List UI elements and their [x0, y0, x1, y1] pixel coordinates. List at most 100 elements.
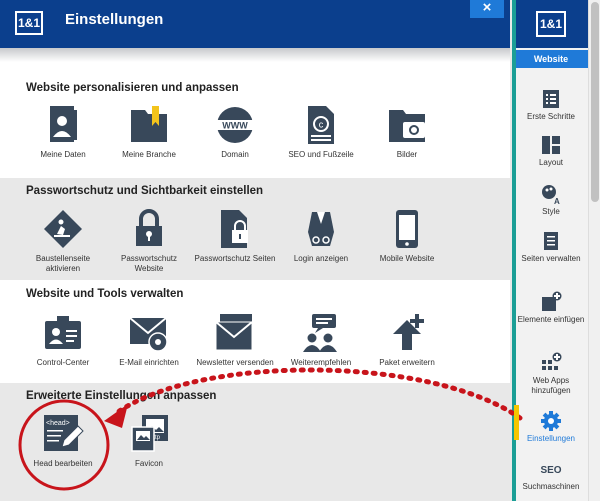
gear-icon: [540, 410, 562, 432]
sidebar-accent-bar: [512, 0, 516, 501]
item-label: Passwortschutz Seiten: [194, 254, 276, 263]
settings-dialog: 1&1 Einstellungen × Website personalisie…: [0, 0, 510, 501]
globe-www-icon: WWW: [214, 104, 256, 146]
item-label: Meine Daten: [40, 150, 86, 159]
pages-icon: [540, 230, 562, 252]
envelope-stack-icon: [214, 312, 256, 354]
item-newsletter[interactable]: Newsletter versenden: [192, 312, 278, 368]
section-title: Passwortschutz und Sichtbarkeit einstell…: [26, 185, 264, 197]
item-label: Passwortschutz Website: [120, 254, 178, 273]
dialog-logo: 1&1: [15, 11, 43, 35]
close-button[interactable]: ×: [470, 0, 504, 18]
head-tag-edit-icon: <head>: [42, 413, 84, 455]
svg-text:<head>: <head>: [46, 420, 70, 427]
header-shadow: [0, 48, 510, 62]
item-label: Mobile Website: [379, 254, 435, 263]
section-personalize: Website personalisieren und anpassen Mei…: [0, 72, 510, 178]
svg-text:SEO: SEO: [540, 465, 561, 476]
item-favicon[interactable]: http Favicon: [106, 413, 192, 469]
sidebar-item-layout[interactable]: Layout: [513, 134, 589, 168]
item-label: Newsletter versenden: [196, 358, 274, 367]
item-control-center[interactable]: Control-Center: [20, 312, 106, 368]
sidebar-item-elemente[interactable]: Elemente einfügen: [513, 291, 589, 325]
sidebar-item-web-apps[interactable]: Web Apps hinzufügen: [513, 352, 589, 396]
item-meine-branche[interactable]: Meine Branche: [106, 104, 192, 160]
item-label: Domain: [221, 150, 249, 159]
sidebar-item-label: Layout: [538, 158, 564, 167]
item-label: E-Mail einrichten: [119, 358, 179, 367]
sidebar-item-label: Style: [542, 207, 560, 216]
sidebar-item-seiten[interactable]: Seiten verwalten: [513, 230, 589, 264]
sidebar-logo: 1&1: [536, 11, 566, 37]
svg-text:WWW: WWW: [222, 121, 248, 131]
elements-add-icon: [540, 291, 562, 313]
item-bilder[interactable]: Bilder: [364, 104, 450, 160]
seo-icon: SEO: [540, 458, 562, 480]
sidebar-item-label: Web Apps hinzufügen: [531, 376, 571, 395]
style-brush-icon: A: [540, 183, 562, 206]
scrollbar[interactable]: [588, 0, 600, 501]
item-passwortschutz-seiten[interactable]: Passwortschutz Seiten: [192, 208, 278, 264]
dialog-header: 1&1 Einstellungen ×: [0, 0, 510, 48]
sidebar-item-label: Elemente einfügen: [517, 315, 585, 324]
user-glasses-icon: [300, 208, 342, 250]
envelope-gear-icon: [128, 312, 170, 354]
item-mobile-website[interactable]: Mobile Website: [364, 208, 450, 264]
id-card-icon: [42, 312, 84, 354]
item-label: Control-Center: [36, 358, 90, 367]
dialog-title: Einstellungen: [65, 11, 164, 28]
editor-sidebar: 1&1 Website Erste Schritte Layout A Styl…: [512, 0, 589, 501]
item-label: Bilder: [396, 150, 418, 159]
document-copyright-icon: c: [300, 104, 342, 146]
section-title: Website personalisieren und anpassen: [26, 82, 239, 94]
item-label: Meine Branche: [122, 150, 176, 159]
folder-bookmark-icon: [128, 104, 170, 146]
tab-website[interactable]: Website: [513, 50, 589, 68]
apps-add-icon: [540, 352, 562, 374]
sidebar-item-erste-schritte[interactable]: Erste Schritte: [513, 88, 589, 122]
item-passwortschutz-website[interactable]: Passwortschutz Website: [106, 208, 192, 274]
document-lock-icon: [214, 208, 256, 250]
item-label: Login anzeigen: [293, 254, 349, 263]
image-http-icon: http: [128, 413, 170, 455]
item-label: SEO und Fußzeile: [288, 150, 354, 159]
svg-text:c: c: [319, 120, 324, 130]
item-label: Head bearbeiten: [33, 459, 93, 468]
item-email-einrichten[interactable]: E-Mail einrichten: [106, 312, 192, 368]
section-tools: Website und Tools verwalten Control-Cent…: [0, 280, 510, 383]
scrollbar-thumb[interactable]: [591, 2, 599, 202]
section-title: Erweiterte Einstellungen anpassen: [26, 390, 217, 402]
item-seo-fusszeile[interactable]: c SEO und Fußzeile: [278, 104, 364, 160]
svg-text:A: A: [554, 197, 560, 205]
sidebar-item-einstellungen[interactable]: Einstellungen: [513, 410, 589, 444]
layout-icon: [540, 134, 562, 156]
item-label: Baustellenseite aktivieren: [35, 254, 91, 273]
item-weiterempfehlen[interactable]: Weiterempfehlen: [278, 312, 364, 368]
checklist-icon: [540, 88, 562, 110]
item-meine-daten[interactable]: Meine Daten: [20, 104, 106, 160]
arrow-up-plus-icon: [386, 312, 428, 354]
item-label: Paket erweitern: [379, 358, 435, 367]
sidebar-item-style[interactable]: A Style: [513, 183, 589, 217]
item-label: Favicon: [134, 459, 163, 468]
lock-icon: [128, 208, 170, 250]
speech-users-icon: [300, 312, 342, 354]
section-advanced: Erweiterte Einstellungen anpassen <head>…: [0, 383, 510, 501]
construction-sign-icon: [42, 208, 84, 250]
section-password: Passwortschutz und Sichtbarkeit einstell…: [0, 178, 510, 280]
sidebar-item-label: Suchmaschinen: [522, 482, 580, 491]
item-paket-erweitern[interactable]: Paket erweitern: [364, 312, 450, 368]
item-head-bearbeiten[interactable]: <head> Head bearbeiten: [20, 413, 106, 469]
item-login-anzeigen[interactable]: Login anzeigen: [278, 208, 364, 264]
folder-camera-icon: [386, 104, 428, 146]
sidebar-item-label: Einstellungen: [526, 434, 576, 443]
item-domain[interactable]: WWW Domain: [192, 104, 278, 160]
sidebar-header: 1&1: [513, 0, 589, 48]
section-title: Website und Tools verwalten: [26, 288, 184, 300]
sidebar-item-label: Erste Schritte: [526, 112, 575, 121]
item-baustellenseite[interactable]: Baustellenseite aktivieren: [20, 208, 106, 274]
tablet-icon: [386, 208, 428, 250]
sidebar-item-label: Seiten verwalten: [521, 254, 581, 263]
sidebar-item-suchmaschinen[interactable]: SEO Suchmaschinen: [513, 458, 589, 492]
item-label: Weiterempfehlen: [290, 358, 352, 367]
